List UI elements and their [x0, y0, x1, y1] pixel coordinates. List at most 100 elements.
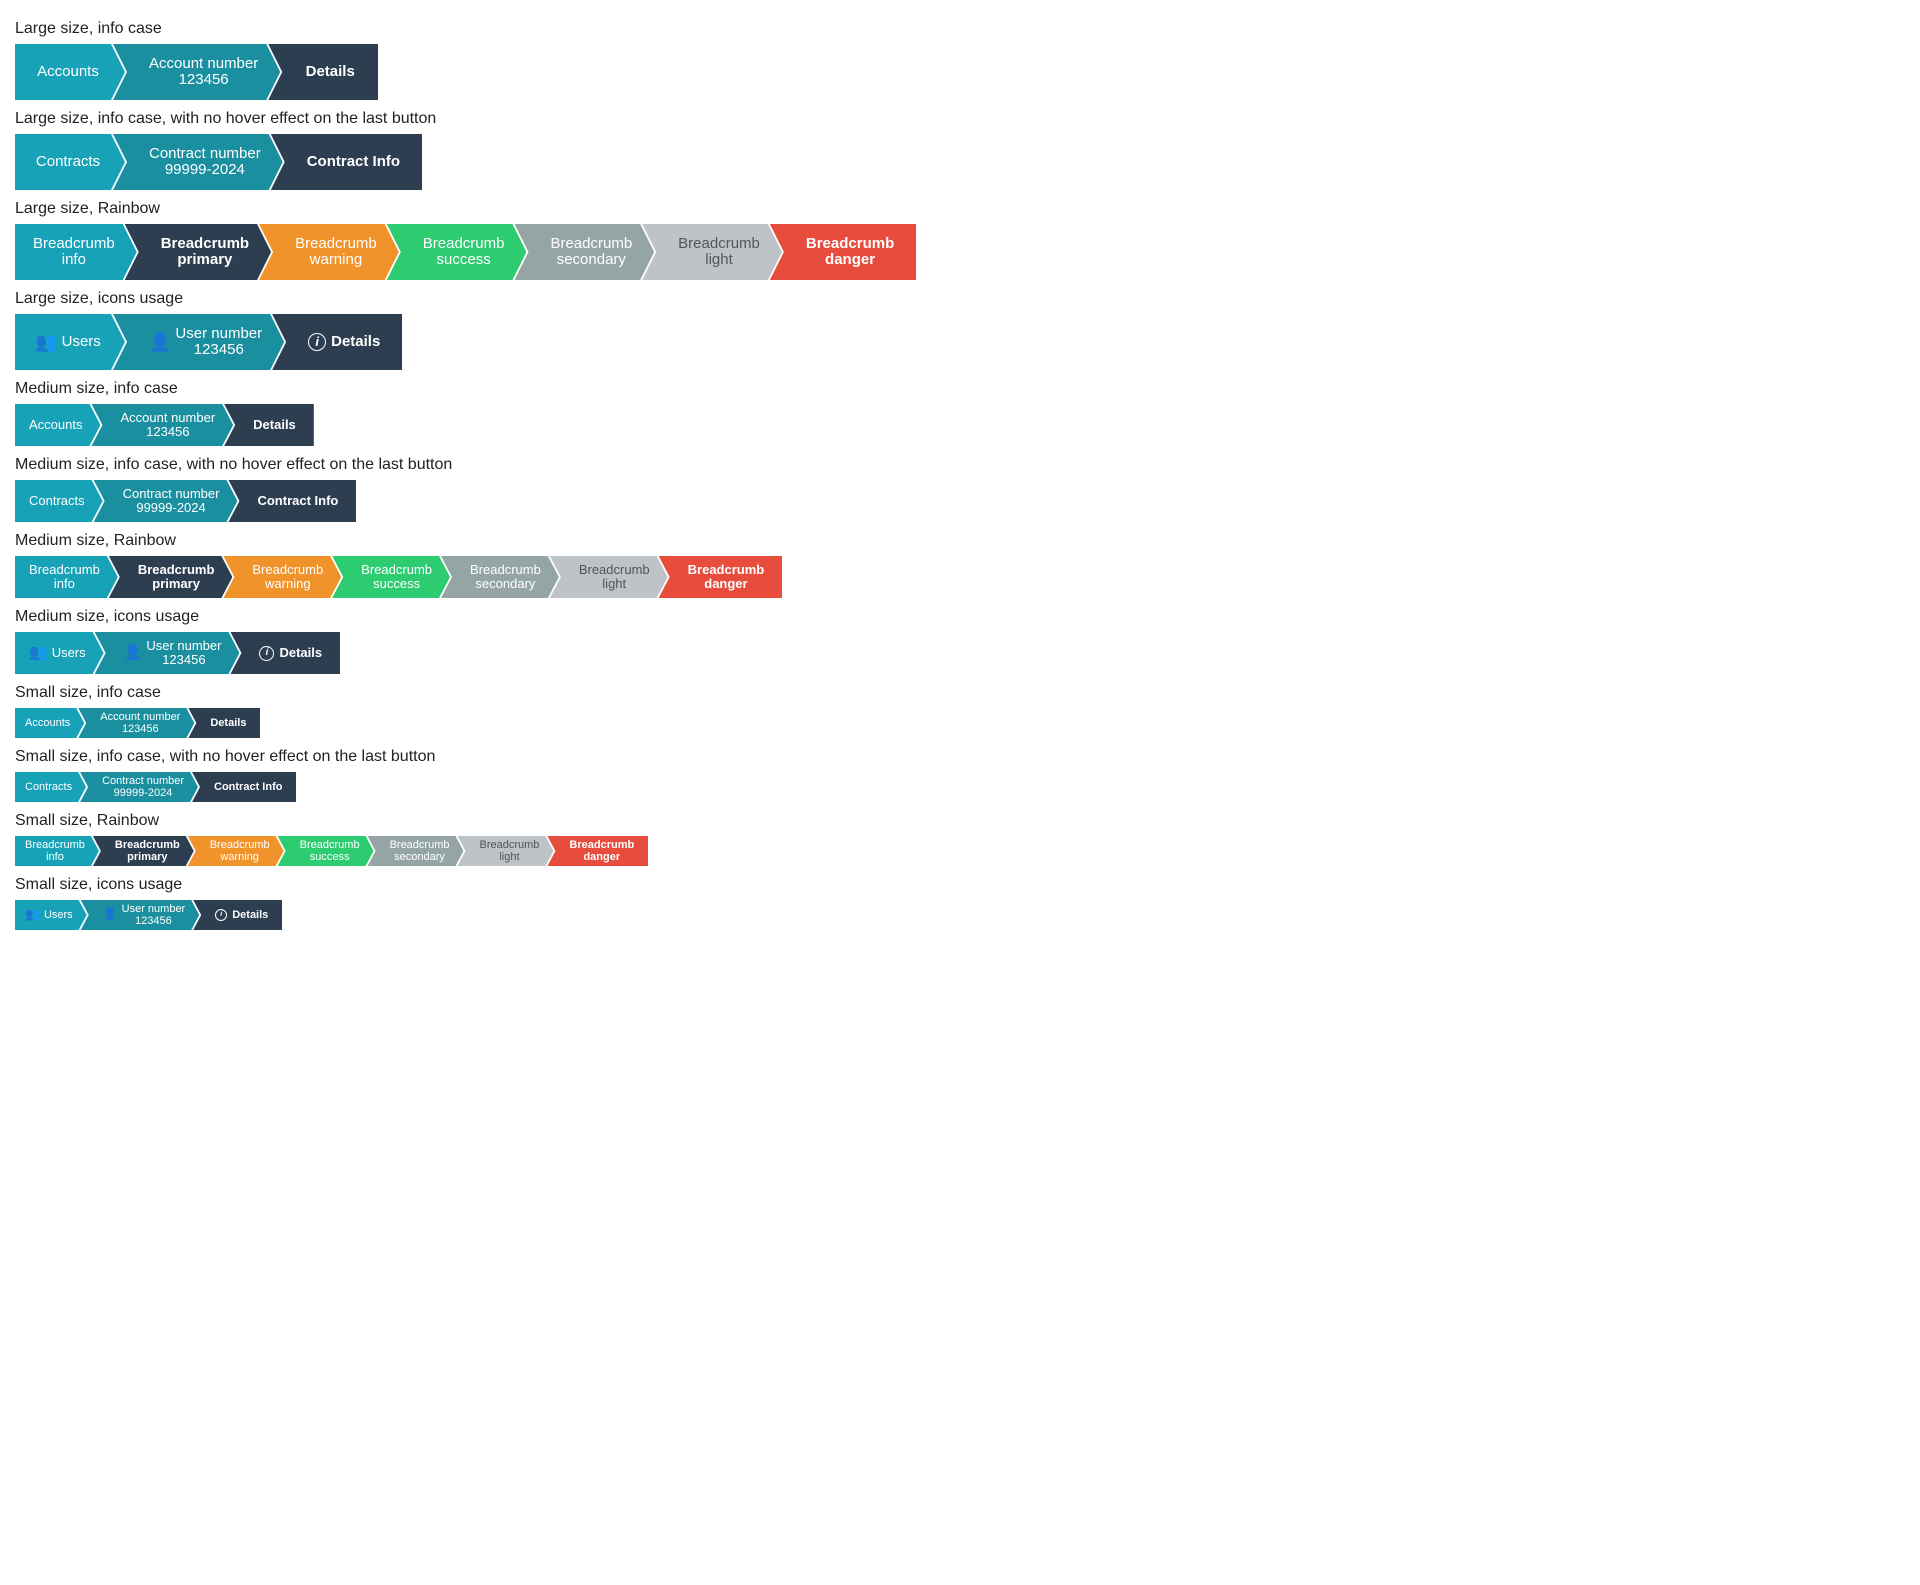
breadcrumb-crumb[interactable]: iDetails	[193, 900, 282, 930]
breadcrumb-crumb[interactable]: Breadcrumb info	[15, 836, 99, 866]
breadcrumb-crumb[interactable]: 👤 User number 123456	[81, 900, 200, 930]
breadcrumb-crumb[interactable]: Breadcrumb secondary	[368, 836, 464, 866]
breadcrumb-crumb[interactable]: 👥Users	[15, 632, 104, 674]
section-label: Small size, info case, with no hover eff…	[15, 748, 1905, 766]
crumb-text-line1: Account number	[149, 56, 258, 73]
breadcrumb-crumb[interactable]: Breadcrumb warning	[223, 556, 341, 598]
crumb-text-line2: 123456	[135, 915, 172, 927]
breadcrumb-crumb[interactable]: 👥Users	[15, 314, 125, 370]
breadcrumb-crumb[interactable]: Breadcrumb secondary	[441, 556, 559, 598]
crumb-text-line2: 123456	[179, 72, 229, 89]
crumb-text-line1: Breadcrumb	[115, 839, 180, 851]
breadcrumb-crumb[interactable]: Breadcrumb warning	[259, 224, 399, 280]
crumb-text-line2: warning	[265, 577, 311, 591]
crumb-text-line2: warning	[310, 252, 363, 269]
breadcrumb-crumb[interactable]: Breadcrumb danger	[770, 224, 916, 280]
breadcrumb-crumb[interactable]: Breadcrumb success	[387, 224, 527, 280]
breadcrumb-crumb[interactable]: iDetails	[272, 314, 402, 370]
section-label: Medium size, icons usage	[15, 608, 1905, 626]
info-circle-icon: i	[215, 909, 227, 921]
breadcrumb-crumb[interactable]: Breadcrumb success	[278, 836, 374, 866]
breadcrumb-crumb[interactable]: Breadcrumb light	[642, 224, 782, 280]
crumb-text-line2: light	[602, 577, 626, 591]
breadcrumb-crumb[interactable]: Accounts	[15, 44, 125, 100]
crumb-text-line1: User number	[146, 639, 221, 653]
breadcrumb-crumb[interactable]: 👤 User number 123456	[95, 632, 240, 674]
breadcrumb-crumb[interactable]: Contract Info	[228, 480, 356, 522]
crumb-text-line2: 123456	[122, 723, 159, 735]
crumb-text: Breadcrumb warning	[252, 563, 323, 592]
crumb-text: Breadcrumb success	[423, 236, 505, 269]
breadcrumb-crumb[interactable]: Accounts	[15, 404, 100, 446]
breadcrumb-crumb[interactable]: Breadcrumb danger	[659, 556, 783, 598]
breadcrumb-trail: Accounts Account number 123456 Details	[15, 404, 1905, 446]
section-label: Small size, Rainbow	[15, 812, 1905, 830]
crumb-text-line2: light	[499, 851, 519, 863]
breadcrumb-crumb[interactable]: Breadcrumb light	[550, 556, 668, 598]
breadcrumb-crumb[interactable]: Contract Info	[192, 772, 296, 802]
crumb-text-line1: Contract number	[123, 487, 220, 501]
crumb-text-line1: Breadcrumb	[29, 563, 100, 577]
crumb-text: Breadcrumb secondary	[390, 839, 450, 863]
user-icon: 👤	[103, 908, 118, 922]
breadcrumb-crumb[interactable]: Breadcrumb danger	[547, 836, 648, 866]
crumb-text: Breadcrumb secondary	[470, 563, 541, 592]
breadcrumb-crumb[interactable]: Contract Info	[271, 134, 422, 190]
breadcrumb-crumb[interactable]: Account number 123456	[113, 44, 280, 100]
crumb-text-line2: primary	[152, 577, 200, 591]
section-label: Small size, icons usage	[15, 876, 1905, 894]
breadcrumb-crumb[interactable]: Account number 123456	[91, 404, 233, 446]
breadcrumb-crumb[interactable]: 👤 User number 123456	[113, 314, 284, 370]
breadcrumb-crumb[interactable]: Breadcrumb primary	[93, 836, 194, 866]
crumb-text-line2: success	[373, 577, 420, 591]
breadcrumb-trail: Accounts Account number 123456 Details	[15, 44, 1905, 100]
breadcrumb-crumb[interactable]: Account number 123456	[78, 708, 194, 738]
crumb-text-line2: danger	[704, 577, 747, 591]
crumb-text-line1: User number	[122, 903, 186, 915]
crumb-text-line1: Contract number	[149, 146, 261, 163]
breadcrumb-crumb[interactable]: 👥Users	[15, 900, 87, 930]
breadcrumb-crumb[interactable]: Breadcrumb light	[457, 836, 553, 866]
user-icon: 👤	[124, 644, 143, 661]
section-label: Large size, info case	[15, 20, 1905, 38]
app-container: Large size, info case Accounts Account nu…	[15, 20, 1905, 930]
breadcrumb-crumb[interactable]: iDetails	[230, 632, 340, 674]
breadcrumb-crumb[interactable]: Contract number 99999-2024	[80, 772, 198, 802]
crumb-text-line1: Account number	[120, 411, 215, 425]
info-circle-icon: i	[259, 646, 274, 661]
breadcrumb-crumb[interactable]: Breadcrumb primary	[125, 224, 271, 280]
breadcrumb-crumb[interactable]: Breadcrumb warning	[188, 836, 284, 866]
crumb-text-line1: Breadcrumb	[569, 839, 634, 851]
crumb-text-line1: Contract number	[102, 775, 184, 787]
crumb-text: Contract number 99999-2024	[149, 146, 261, 179]
crumb-text: Contracts	[29, 494, 85, 509]
crumb-text: Breadcrumb info	[29, 563, 100, 592]
crumb-text-line2: 123456	[194, 342, 244, 359]
breadcrumb-crumb[interactable]: Accounts	[15, 708, 84, 738]
breadcrumb-crumb[interactable]: Breadcrumb secondary	[514, 224, 654, 280]
breadcrumb-crumb[interactable]: Contracts	[15, 772, 86, 802]
breadcrumb-crumb[interactable]: Breadcrumb primary	[109, 556, 233, 598]
breadcrumb-crumb[interactable]: Breadcrumb success	[332, 556, 450, 598]
breadcrumb-crumb[interactable]: Contract number 99999-2024	[94, 480, 238, 522]
crumb-text-line2: success	[310, 851, 350, 863]
breadcrumb-crumb[interactable]: Details	[188, 708, 260, 738]
crumb-text: Details	[306, 63, 355, 80]
crumb-text: Breadcrumb warning	[210, 839, 270, 863]
crumb-text: Accounts	[29, 418, 82, 433]
crumb-text: Breadcrumb light	[678, 236, 760, 269]
breadcrumb-crumb[interactable]: Details	[268, 44, 378, 100]
breadcrumb-crumb[interactable]: Contracts	[15, 480, 103, 522]
section-label: Small size, info case	[15, 684, 1905, 702]
crumb-text: Breadcrumb info	[25, 839, 85, 863]
section-label: Medium size, Rainbow	[15, 532, 1905, 550]
breadcrumb-crumb[interactable]: Contract number 99999-2024	[113, 134, 283, 190]
breadcrumb-crumb[interactable]: Breadcrumb info	[15, 224, 137, 280]
breadcrumb-crumb[interactable]: Details	[224, 404, 314, 446]
breadcrumb-crumb[interactable]: Breadcrumb info	[15, 556, 118, 598]
breadcrumb-crumb[interactable]: Contracts	[15, 134, 125, 190]
crumb-text: Breadcrumb danger	[688, 563, 765, 592]
crumb-text: User number 123456	[122, 903, 186, 927]
crumb-text: Contract number 99999-2024	[123, 487, 220, 516]
crumb-text: User number 123456	[175, 326, 262, 359]
